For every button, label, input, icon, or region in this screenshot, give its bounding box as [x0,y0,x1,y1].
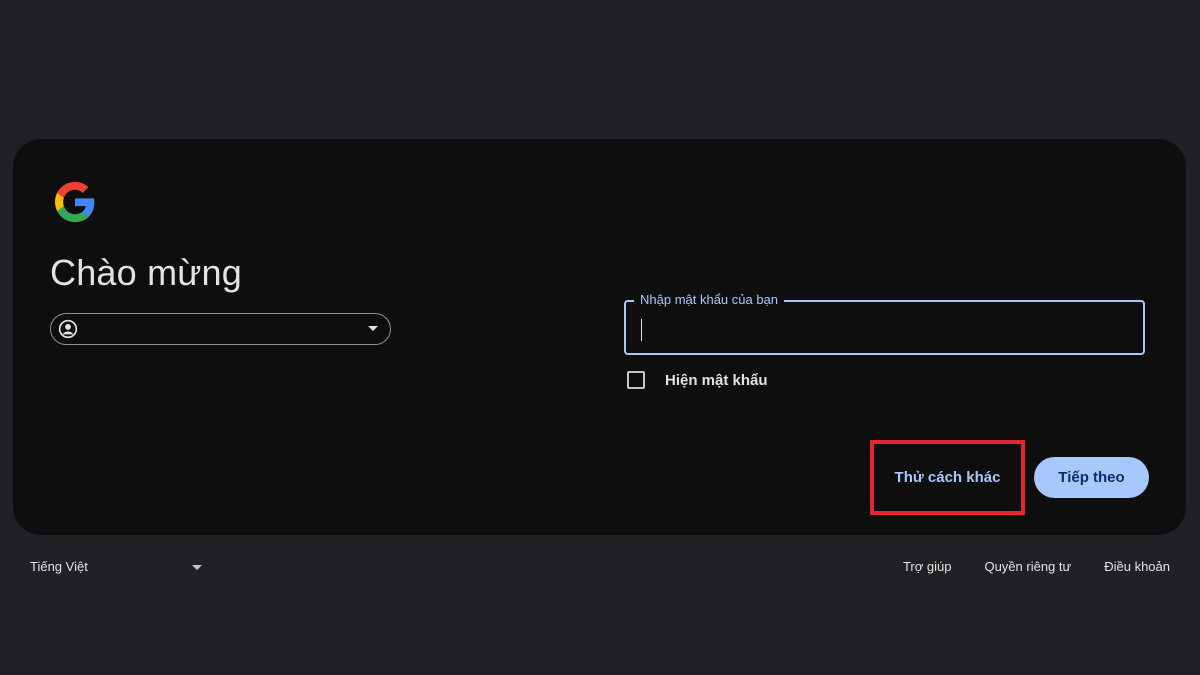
language-selector[interactable]: Tiếng Việt [30,559,202,577]
text-cursor [641,319,642,341]
footer-links: Trợ giúp Quyền riêng tư Điều khoản [903,559,1170,574]
password-field[interactable]: Nhập mật khẩu của bạn [624,291,1145,355]
account-chip[interactable] [50,313,391,345]
caret-down-icon [192,565,202,570]
try-another-way-button[interactable]: Thử cách khác [874,444,1021,511]
account-circle-icon [58,319,78,339]
caret-down-icon [368,326,378,331]
terms-link[interactable]: Điều khoản [1104,559,1170,574]
google-logo-icon [55,181,95,223]
show-password-toggle[interactable]: Hiện mật khẩu [627,369,768,391]
language-label: Tiếng Việt [30,559,88,574]
footer: Tiếng Việt Trợ giúp Quyền riêng tư Điều … [0,556,1200,580]
page-title: Chào mừng [50,252,242,293]
password-input[interactable] [640,312,1134,346]
help-link[interactable]: Trợ giúp [903,559,952,574]
next-button[interactable]: Tiếp theo [1034,457,1149,498]
privacy-link[interactable]: Quyền riêng tư [984,559,1071,574]
show-password-checkbox[interactable] [627,371,645,389]
highlight-box: Thử cách khác [870,440,1025,515]
sign-in-card: Chào mừng Nhập mật khẩu của bạn Hiện mật… [13,139,1186,535]
show-password-label: Hiện mật khẩu [665,371,768,389]
password-field-label: Nhập mật khẩu của bạn [634,291,785,309]
